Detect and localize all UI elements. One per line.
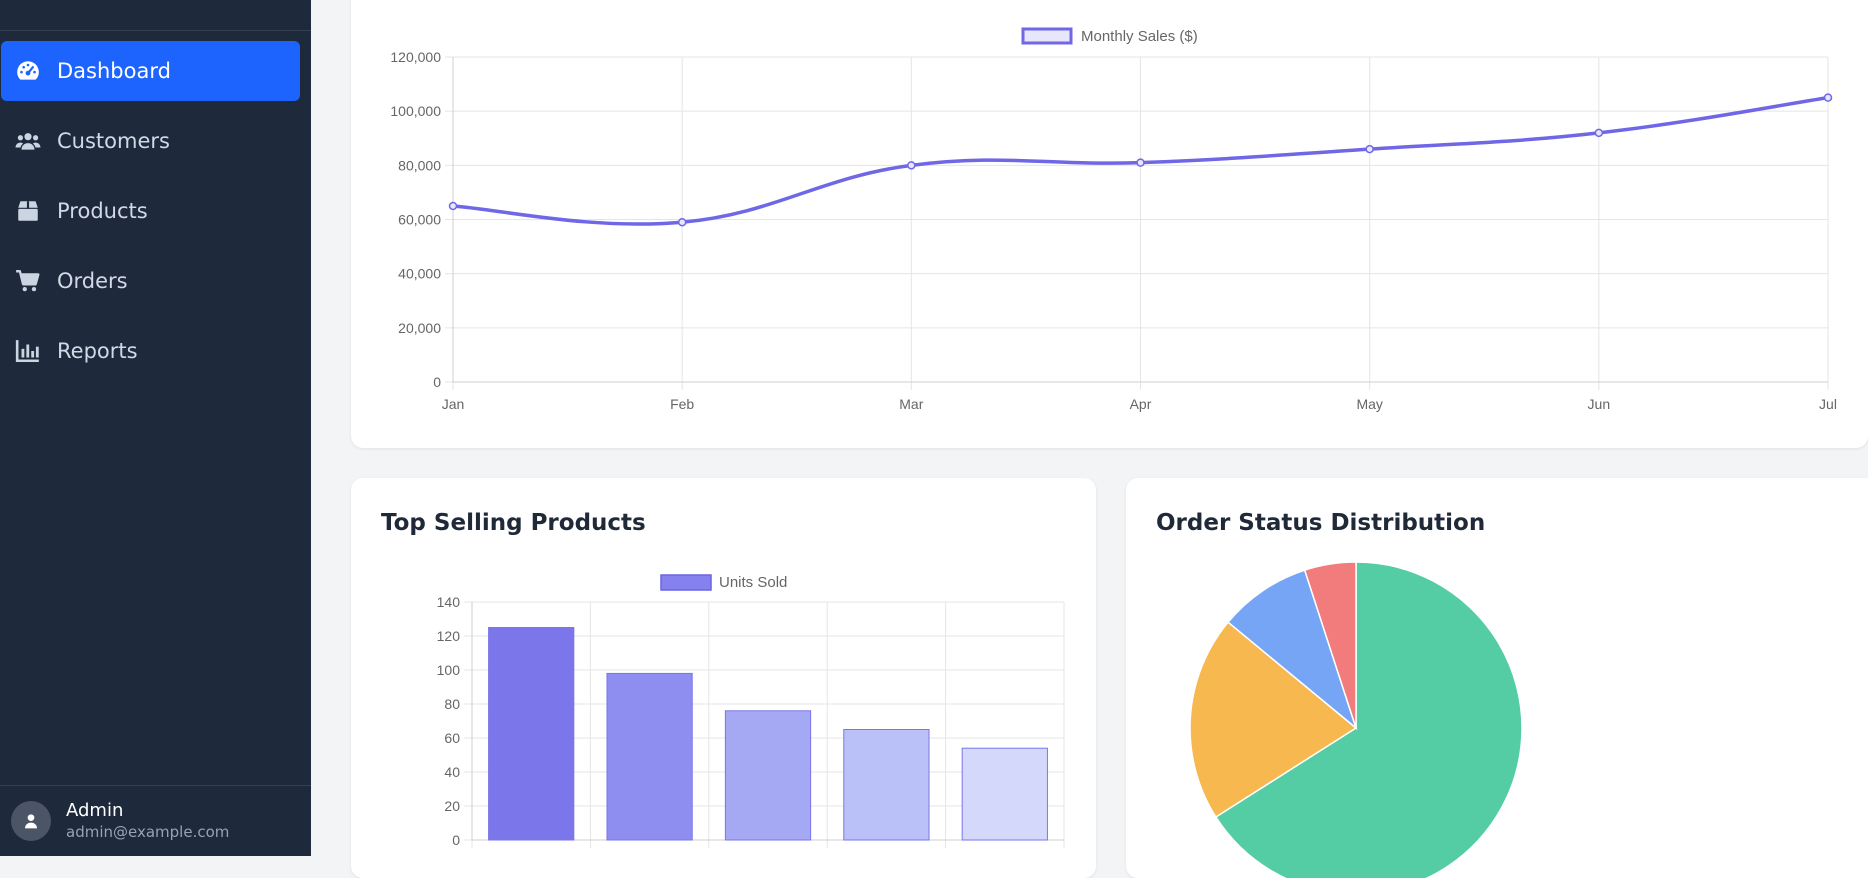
sidebar-item-customers[interactable]: Customers [1,111,300,171]
legend-label: Units Sold [719,574,787,591]
y-tick-label: 120,000 [390,49,441,65]
y-tick-label: 60,000 [398,212,441,228]
x-tick-label: Feb [670,396,694,412]
sales-line-chart: Monthly Sales ($) 0 20,000 40,000 60,000 80,0… [390,27,1837,412]
data-point [677,217,687,227]
bar [724,710,812,841]
cart-icon [15,268,41,294]
gauge-icon [15,58,41,84]
avatar [11,801,51,841]
sidebar-item-label: Dashboard [57,59,171,83]
sidebar-item-label: Products [57,199,148,223]
y-tick-label: 0 [433,374,441,390]
top-products-bar-chart: Units Sold 0 20 40 60 80 100 120 140 [437,574,1065,848]
data-point [1594,128,1604,138]
legend-swatch [660,574,712,591]
y-tick-label: 20 [444,798,460,814]
x-tick-label: Jan [442,396,465,412]
sidebar-item-label: Customers [57,129,170,153]
y-tick-label: 0 [452,832,460,848]
sidebar-item-products[interactable]: Products [1,181,300,241]
y-tick-label: 60 [444,730,460,746]
user-name: Admin [66,800,124,821]
sidebar-item-reports[interactable]: Reports [1,321,300,381]
x-tick-label: Jul [1819,396,1837,412]
top-products-card: Top Selling Products Units Sold 0 20 40 60 80… [351,478,1096,878]
sidebar-item-orders[interactable]: Orders [1,251,300,311]
x-tick-label: Mar [899,396,923,412]
bar [961,747,1048,841]
users-icon [15,128,41,154]
data-point [1365,144,1374,154]
sidebar-item-label: Reports [57,339,138,363]
sidebar-item-label: Orders [57,269,128,293]
x-tick-label: Apr [1130,396,1152,412]
y-tick-label: 40 [444,764,460,780]
data-point [1823,93,1833,102]
data-point [448,201,458,211]
sales-chart-card: Monthly Sales ($) 0 20,000 40,000 60,000 80,0… [351,0,1868,448]
bar-chart-icon [15,338,41,364]
y-tick-label: 40,000 [398,266,441,282]
legend-label: Monthly Sales ($) [1081,28,1198,45]
x-tick-label: May [1356,396,1382,412]
bar [606,672,693,841]
bar [843,729,930,841]
y-tick-label: 140 [437,594,461,610]
y-tick-label: 80 [444,696,460,712]
y-tick-label: 120 [437,628,461,644]
box-icon [15,198,41,224]
bar [488,627,575,841]
user-email: admin@example.com [66,823,230,841]
y-tick-label: 20,000 [398,320,441,336]
data-point [907,161,916,170]
sidebar-item-dashboard[interactable]: Dashboard [1,41,300,101]
y-tick-label: 80,000 [398,157,441,173]
y-tick-label: 100,000 [390,103,441,119]
user-icon [25,814,37,829]
x-tick-label: Jun [1588,396,1611,412]
data-point [1136,158,1145,167]
sidebar-divider [0,785,311,786]
user-profile[interactable]: Admin admin@example.com [11,800,229,842]
y-tick-label: 100 [437,662,461,678]
sidebar-divider [0,30,311,31]
order-status-pie-chart [1189,561,1523,878]
sidebar: Dashboard Customers Products Orders Repo… [0,0,311,856]
order-status-card: Order Status Distribution [1126,478,1868,878]
legend-swatch [1021,27,1073,45]
